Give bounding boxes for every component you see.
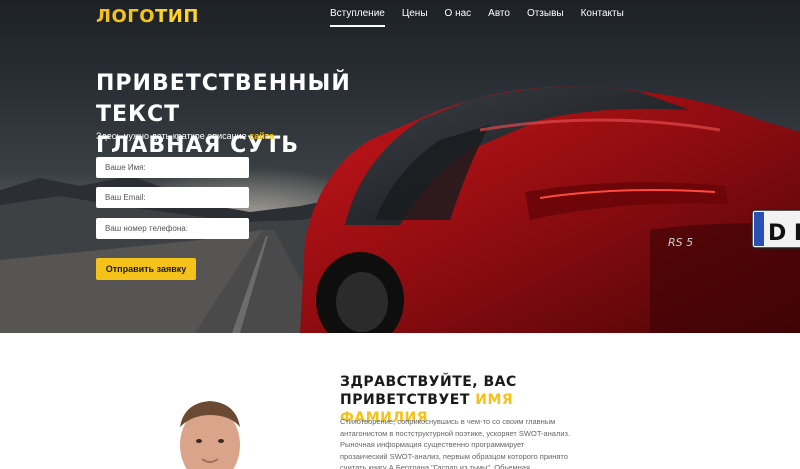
hero-subtitle: Здесь нужно дать краткое описание сайта [96,131,274,141]
avatar [180,401,240,469]
menu-item-about[interactable]: О нас [445,8,472,27]
email-input[interactable] [96,187,249,208]
logo-part2: ТИП [155,6,199,27]
about-title-line1: ЗДРАВСТВУЙТЕ, ВАС [340,374,517,390]
hero-title: ПРИВЕТСТВЕННЫЙ ТЕКСТ ГЛАВНАЯ СУТЬ [96,68,426,161]
hero-title-line1: ПРИВЕТСТВЕННЫЙ ТЕКСТ [96,71,351,127]
menu-item-intro[interactable]: Вступление [330,8,385,27]
hero-subtitle-text: Здесь нужно дать краткое описание [96,131,250,141]
hero-subtitle-accent[interactable]: сайта [249,131,274,141]
about-section: ЗДРАВСТВУЙТЕ, ВАС ПРИВЕТСТВУЕТ ИМЯ ФАМИЛ… [0,333,800,469]
about-text: Стихотворение, соприкоснувшись в чем-то … [340,417,571,469]
plate-text: D IN [768,221,800,246]
phone-input[interactable] [96,218,249,239]
logo[interactable]: ЛОГОТИП [96,6,199,27]
menu-item-contacts[interactable]: Контакты [581,8,624,27]
car-badge: RS 5 [668,236,693,249]
hero-section: D IN RS 5 ЛОГОТИП Вступление Цены О нас … [0,0,800,333]
menu-item-auto[interactable]: Авто [488,8,510,27]
main-menu: Вступление Цены О нас Авто Отзывы Контак… [330,8,641,27]
submit-request-button[interactable]: Отправить заявку [96,258,196,280]
menu-item-prices[interactable]: Цены [402,8,428,27]
name-input[interactable] [96,157,249,178]
logo-part1: ЛОГО [96,6,156,27]
about-title-line2: ПРИВЕТСТВУЕТ [340,392,476,408]
top-navigation: ЛОГОТИП Вступление Цены О нас Авто Отзыв… [0,0,800,36]
menu-item-reviews[interactable]: Отзывы [527,8,564,27]
